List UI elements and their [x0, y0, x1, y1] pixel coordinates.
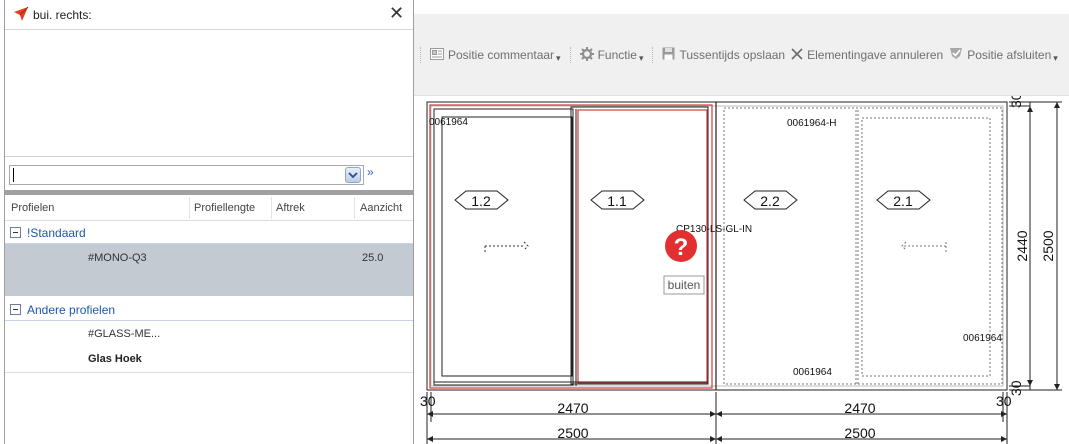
profile-name: #MONO-Q3	[88, 252, 147, 264]
close-position-button[interactable]: Positie afsluiten ▾	[946, 47, 1061, 64]
profile-panel: bui. rechts: ✕ » Profielen Profiellengte…	[4, 0, 414, 444]
toolbar-separator	[652, 47, 656, 63]
svg-text:?: ?	[674, 234, 689, 261]
drawing-canvas[interactable]: 1.2 1.1 2.2 2.1 0061964 0061964-H 006196…	[414, 96, 1069, 444]
sash-2-2-outer[interactable]	[723, 107, 859, 385]
close-position-dropdown-icon[interactable]: ▾	[1053, 53, 1058, 64]
intermediate-save-button[interactable]: Tussentijds opslaan	[659, 47, 788, 63]
cancel-element-button[interactable]: Elementingave annuleren	[788, 47, 946, 63]
column-header-deduction[interactable]: Aftrek	[276, 202, 305, 214]
save-icon	[662, 47, 675, 63]
dim-top-30: 30	[1008, 96, 1024, 108]
text-cursor	[13, 168, 14, 182]
table-row[interactable]: Glas Hoek	[5, 347, 413, 371]
profile-code-topleft: 0061964	[429, 117, 468, 128]
column-divider[interactable]	[354, 197, 355, 219]
profile-search-input[interactable]	[9, 165, 364, 185]
function-label: Functie	[597, 48, 637, 62]
panel-title-bar: bui. rechts: ✕	[5, 0, 413, 30]
collapse-icon[interactable]	[10, 227, 21, 238]
chevron-down-icon[interactable]	[345, 167, 361, 183]
table-row[interactable]: #GLASS-ME...	[5, 322, 413, 346]
close-icon	[791, 47, 803, 63]
gear-icon	[579, 46, 594, 64]
question-warning-icon[interactable]: ?	[665, 230, 697, 262]
toolbar-separator	[569, 47, 574, 63]
column-header-length[interactable]: Profiellengte	[194, 202, 255, 214]
profile-name: Glas Hoek	[88, 353, 142, 365]
sash-1-2-outer[interactable]	[433, 108, 574, 386]
dimension-lines	[426, 101, 1062, 444]
profile-view: 25.0	[362, 252, 384, 264]
function-button[interactable]: Functie ▾	[577, 46, 647, 64]
dim-left-30: 30	[420, 393, 436, 409]
dimension-ticks	[427, 102, 1060, 442]
profile-code-topright: 0061964-H	[787, 118, 836, 129]
column-divider[interactable]	[189, 197, 190, 219]
comment-icon	[430, 47, 444, 63]
column-divider[interactable]	[271, 197, 272, 219]
sash-label-1-2[interactable]: 1.2	[454, 190, 509, 210]
panel-title: bui. rechts:	[33, 8, 92, 22]
group-standard[interactable]: !Standaard	[5, 222, 413, 244]
column-header-view[interactable]: Aanzicht	[360, 202, 402, 214]
svg-text:2.1: 2.1	[893, 193, 913, 209]
table-row[interactable]: #MONO-Q3 25.0	[5, 244, 413, 296]
shield-check-icon	[949, 47, 963, 63]
function-dropdown-icon[interactable]: ▾	[639, 53, 644, 64]
svg-text:1.1: 1.1	[607, 193, 627, 209]
position-comment-dropdown-icon[interactable]: ▾	[556, 53, 561, 64]
sash-label-2-1[interactable]: 2.1	[876, 190, 931, 210]
panel-empty-area	[5, 31, 413, 155]
app-logo-icon	[13, 6, 29, 25]
dim-inner-left: 2470	[557, 400, 588, 416]
group-label: Andere profielen	[27, 303, 116, 317]
svg-text:2.2: 2.2	[760, 193, 780, 209]
sash-label-1-1[interactable]: 1.1	[590, 190, 645, 210]
profile-code-right: 0061964	[963, 333, 1002, 344]
profile-search: »	[5, 156, 413, 190]
dim-height-outer: 2500	[1040, 230, 1056, 261]
sash-label-2-2[interactable]: 2.2	[743, 190, 798, 210]
window-drawing[interactable]: 1.2 1.1 2.2 2.1 0061964 0061964-H 006196…	[414, 96, 1069, 444]
handle-left	[484, 241, 529, 252]
collapse-icon[interactable]	[10, 304, 21, 315]
toolbar: Positie commentaar ▾ Functie ▾ Tussentij…	[414, 14, 1069, 96]
expand-icon[interactable]: »	[367, 165, 374, 179]
dim-bottom-30: 30	[1008, 380, 1024, 396]
toolbar-row: Positie commentaar ▾ Functie ▾ Tussentij…	[414, 44, 1061, 66]
intermediate-save-label: Tussentijds opslaan	[679, 48, 786, 62]
group-label: !Standaard	[27, 226, 86, 240]
profile-code-bottom: 0061964	[793, 367, 832, 378]
close-icon[interactable]: ✕	[389, 3, 404, 23]
dim-height-inner: 2440	[1014, 230, 1030, 261]
position-comment-button[interactable]: Positie commentaar ▾	[427, 47, 564, 64]
close-position-label: Positie afsluiten	[967, 48, 1052, 62]
dim-outer-right: 2500	[844, 425, 875, 441]
dim-outer-left: 2500	[557, 425, 588, 441]
svg-text:buiten: buiten	[668, 278, 701, 292]
column-header-profiles[interactable]: Profielen	[11, 202, 54, 214]
svg-text:1.2: 1.2	[471, 193, 491, 209]
handle-right	[901, 241, 947, 252]
toolbar-separator	[420, 47, 424, 63]
cancel-element-label: Elementingave annuleren	[807, 48, 944, 62]
profile-grid-header: Profielen Profiellengte Aftrek Aanzicht	[5, 195, 413, 221]
buiten-side-tag: buiten	[663, 275, 705, 295]
grid-bottom-border	[5, 372, 413, 373]
profile-name: #GLASS-ME...	[88, 328, 161, 340]
group-other-profiles[interactable]: Andere profielen	[5, 299, 413, 321]
dim-inner-right: 2470	[844, 400, 875, 416]
position-comment-label: Positie commentaar	[448, 48, 555, 62]
